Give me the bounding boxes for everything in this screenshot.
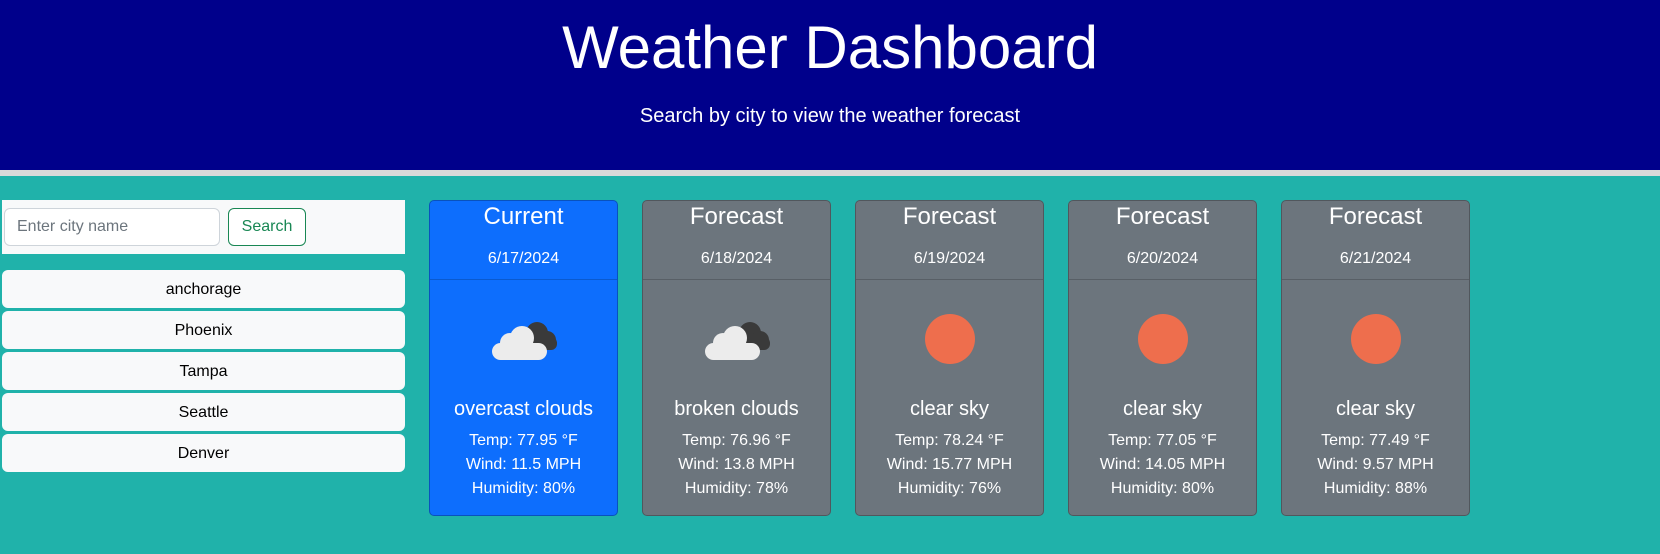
card-humidity: Humidity: 80% xyxy=(1110,480,1215,497)
history-city-button[interactable]: anchorage xyxy=(2,270,405,308)
city-search-input[interactable] xyxy=(4,208,220,246)
weather-card-forecast: Forecast 6/19/2024 clear sky Temp: 78.24… xyxy=(855,200,1044,516)
sun-icon xyxy=(1350,314,1401,364)
card-humidity: Humidity: 76% xyxy=(897,480,1002,497)
card-date: 6/21/2024 xyxy=(1339,250,1412,267)
card-temp: Temp: 77.49 °F xyxy=(1321,432,1430,449)
card-temp: Temp: 77.95 °F xyxy=(469,432,578,449)
page-title: Weather Dashboard xyxy=(562,14,1098,81)
card-temp: Temp: 76.96 °F xyxy=(682,432,791,449)
card-wind: Wind: 15.77 MPH xyxy=(886,456,1013,473)
history-city-button[interactable]: Seattle xyxy=(2,393,405,431)
header-divider xyxy=(0,170,1660,176)
card-header: Forecast 6/21/2024 xyxy=(1282,201,1469,280)
card-header: Forecast 6/19/2024 xyxy=(856,201,1043,280)
weather-card-forecast: Forecast 6/21/2024 clear sky Temp: 77.49… xyxy=(1281,200,1470,516)
broken-clouds-icon xyxy=(704,322,770,360)
card-date: 6/20/2024 xyxy=(1126,250,1199,267)
card-humidity: Humidity: 88% xyxy=(1323,480,1428,497)
history-city-button[interactable]: Tampa xyxy=(2,352,405,390)
search-button[interactable]: Search xyxy=(228,208,306,246)
history-city-button[interactable]: Denver xyxy=(2,434,405,472)
card-label: Forecast xyxy=(1328,203,1423,230)
card-description: clear sky xyxy=(1336,398,1415,420)
card-wind: Wind: 14.05 MPH xyxy=(1099,456,1226,473)
page-header: Weather Dashboard Search by city to view… xyxy=(0,0,1660,170)
card-description: overcast clouds xyxy=(454,398,593,420)
card-date: 6/17/2024 xyxy=(487,250,560,267)
card-wind: Wind: 13.8 MPH xyxy=(678,456,795,473)
weather-card-current: Current 6/17/2024 overcast clouds Temp: … xyxy=(429,200,618,516)
history-city-button[interactable]: Phoenix xyxy=(2,311,405,349)
card-label: Forecast xyxy=(1115,203,1210,230)
weather-card-forecast: Forecast 6/18/2024 broken clouds Temp: 7… xyxy=(642,200,831,516)
card-wind: Wind: 9.57 MPH xyxy=(1317,456,1434,473)
search-form: Search xyxy=(2,200,405,254)
page-subtitle: Search by city to view the weather forec… xyxy=(639,105,1021,127)
sun-icon xyxy=(1137,314,1188,364)
card-description: clear sky xyxy=(910,398,989,420)
card-humidity: Humidity: 78% xyxy=(684,480,789,497)
card-description: clear sky xyxy=(1123,398,1202,420)
card-label: Forecast xyxy=(689,203,784,230)
card-header: Current 6/17/2024 xyxy=(430,201,617,280)
card-humidity: Humidity: 80% xyxy=(471,480,576,497)
card-description: broken clouds xyxy=(674,398,799,420)
card-header: Forecast 6/20/2024 xyxy=(1069,201,1256,280)
card-label: Current xyxy=(483,203,564,230)
sidebar: Search anchorage Phoenix Tampa Seattle D… xyxy=(2,200,405,475)
card-header: Forecast 6/18/2024 xyxy=(643,201,830,280)
card-date: 6/18/2024 xyxy=(700,250,773,267)
sun-icon xyxy=(924,314,975,364)
card-temp: Temp: 77.05 °F xyxy=(1108,432,1217,449)
card-date: 6/19/2024 xyxy=(913,250,986,267)
weather-card-forecast: Forecast 6/20/2024 clear sky Temp: 77.05… xyxy=(1068,200,1257,516)
overcast-clouds-icon xyxy=(491,322,557,360)
card-temp: Temp: 78.24 °F xyxy=(895,432,1004,449)
card-label: Forecast xyxy=(902,203,997,230)
card-wind: Wind: 11.5 MPH xyxy=(465,456,582,473)
search-history-list: anchorage Phoenix Tampa Seattle Denver xyxy=(2,270,405,472)
